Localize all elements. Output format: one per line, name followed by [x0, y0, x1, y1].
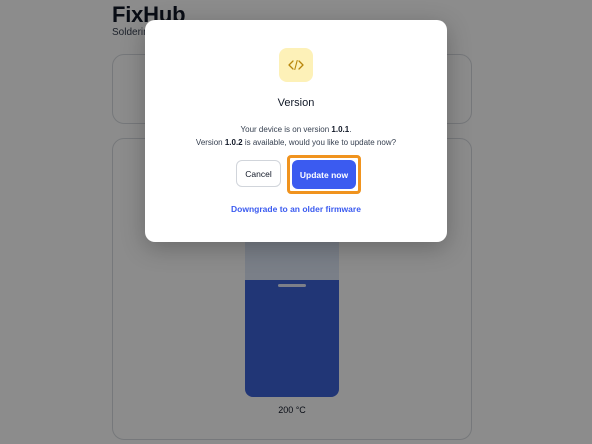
current-version-prefix: Your device is on version: [240, 125, 332, 134]
dialog-message: Your device is on version 1.0.1. Version…: [145, 123, 447, 149]
current-version-line: Your device is on version 1.0.1.: [145, 123, 447, 136]
update-now-button[interactable]: Update now: [292, 160, 356, 189]
current-version-number: 1.0.1: [331, 125, 350, 134]
downgrade-firmware-link[interactable]: Downgrade to an older firmware: [145, 204, 447, 214]
version-dialog: Version Your device is on version 1.0.1.…: [145, 20, 447, 242]
new-version-number: 1.0.2: [224, 138, 243, 147]
code-icon: [279, 48, 313, 82]
new-version-suffix: is available, would you like to update n…: [242, 138, 397, 147]
current-version-suffix: .: [349, 125, 352, 134]
new-version-prefix: Version: [195, 138, 225, 147]
code-icon-glyph: [288, 59, 304, 71]
cancel-button[interactable]: Cancel: [236, 160, 281, 187]
new-version-line: Version 1.0.2 is available, would you li…: [145, 136, 447, 149]
dialog-title: Version: [277, 97, 315, 109]
